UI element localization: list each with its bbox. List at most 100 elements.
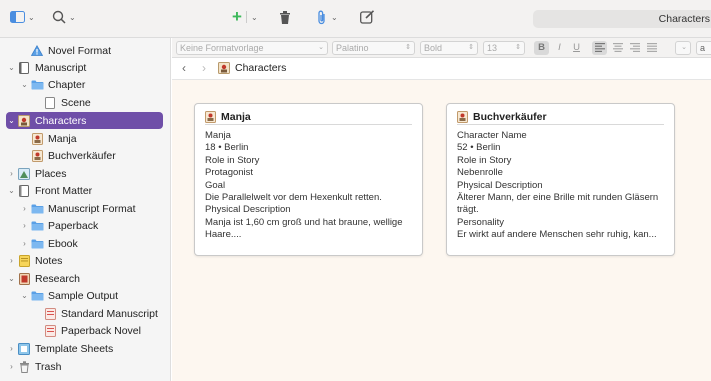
folder-icon [30,220,44,232]
window-title: Characters [533,10,711,28]
disclosure-expanded-icon[interactable]: ⌄ [19,291,30,300]
format-bar: Keine Formatvorlage ⌄ Palatino ⇕ Bold ⇕ 13 ⇕… [172,38,711,58]
sidebar-item-standard-manuscript[interactable]: Standard Manuscript [6,305,163,322]
disclosure-expanded-icon[interactable]: ⌄ [6,274,17,283]
disclosure-collapsed-icon[interactable]: › [19,239,30,248]
template-icon [17,342,31,355]
align-right-button[interactable] [627,41,642,55]
sidebar-item-paperback-novel[interactable]: Paperback Novel [6,322,163,339]
text-color-select[interactable]: a [696,41,711,55]
style-select-value: Keine Formatvorlage [180,43,264,53]
sidebar-item-label: Places [35,167,67,180]
italic-button[interactable]: I [552,41,567,55]
sidebar-item-label: Template Sheets [35,342,114,355]
toolbar: ⌄ ⌄ + ⌄ ⌄ Characters [0,0,711,38]
align-left-icon [594,43,605,52]
warning-icon [30,45,44,57]
breadcrumb[interactable]: Characters [218,62,286,74]
justify-icon [646,43,657,52]
sidebar-item-scene[interactable]: Scene [6,94,163,111]
disclosure-collapsed-icon[interactable]: › [6,169,17,178]
card-line: Role in Story [457,154,512,166]
sidebar-item-ebook[interactable]: › Ebook [6,235,163,252]
sidebar-item-chapter[interactable]: ⌄ Chapter [6,76,163,93]
forward-arrow-icon[interactable]: › [202,61,206,75]
character-sheet-icon [205,110,216,123]
search-button[interactable]: ⌄ [52,10,76,24]
back-arrow-icon[interactable]: ‹ [182,61,186,75]
attachment-button[interactable]: ⌄ [316,10,338,25]
underline-button[interactable]: U [569,41,584,55]
sidebar-item-front-matter[interactable]: ⌄ Front Matter [6,182,163,199]
delete-button[interactable] [279,11,291,25]
sidebar-item-label: Characters [35,114,87,127]
disclosure-collapsed-icon[interactable]: › [19,221,30,230]
card-line: Role in Story [205,154,260,166]
folder-icon [30,203,44,215]
front-matter-icon [17,184,31,197]
sidebar-item-characters[interactable]: ⌄ Characters [6,112,163,129]
sidebar-item-manuscript-format[interactable]: › Manuscript Format [6,200,163,217]
sidebar-item-novel-format[interactable]: Novel Format [6,42,163,59]
sidebar-item-label: Scene [61,96,91,109]
add-button[interactable]: + ⌄ [232,7,258,26]
sidebar-item-label: Ebook [48,237,78,250]
sidebar-item-label: Paperback [48,219,99,232]
card-line: Goal [205,179,226,191]
disclosure-expanded-icon[interactable]: ⌄ [6,63,17,72]
disclosure-collapsed-icon[interactable]: › [6,362,17,371]
sidebar-item-template-sheets[interactable]: › Template Sheets [6,340,163,357]
align-left-button[interactable] [592,41,607,55]
plus-icon: + [232,7,242,26]
card-title[interactable]: Manja [205,109,412,125]
disclosure-collapsed-icon[interactable]: › [19,204,30,213]
sidebar-item-trash[interactable]: › Trash [6,358,163,375]
disclosure-expanded-icon[interactable]: ⌄ [6,116,17,125]
sidebar-item-paperback[interactable]: › Paperback [6,217,163,234]
align-center-icon [612,43,623,52]
index-card[interactable]: Buchverkäufer Character Name 52 • Berlin Ro… [446,103,675,256]
card-line: 52 • Berlin [457,142,501,154]
weight-select[interactable]: Bold ⇕ [420,41,478,55]
align-center-button[interactable] [610,41,625,55]
sidebar-item-manuscript[interactable]: ⌄ Manuscript [6,59,163,76]
stepper-icon: ⇕ [405,44,411,51]
sidebar-item-notes[interactable]: › Notes [6,252,163,269]
card-synopsis[interactable]: Manja 18 • Berlin Role in Story Protagonist… [205,130,416,242]
sidebar-item-sample-output[interactable]: ⌄ Sample Output [6,287,163,304]
sidebar-item-buchverkäufer[interactable]: Buchverkäufer [6,147,163,164]
sidebar-item-manja[interactable]: Manja [6,130,163,147]
disclosure-expanded-icon[interactable]: ⌄ [19,80,30,89]
compose-button[interactable] [360,10,375,24]
size-select-value: 13 [487,43,498,53]
sidebar-item-label: Standard Manuscript [61,307,158,320]
document-icon [43,96,57,109]
paperclip-icon [318,10,325,25]
character-folder-icon [218,62,230,74]
sidebar-item-label: Notes [35,254,63,267]
line-spacing-select[interactable]: ⌄ [675,41,691,55]
sidebar-item-label: Sample Output [48,289,119,302]
index-card[interactable]: Manja Manja 18 • Berlin Role in Story Protag… [194,103,423,256]
card-title[interactable]: Buchverkäufer [457,109,664,125]
disclosure-collapsed-icon[interactable]: › [6,256,17,265]
character-sheet-icon [457,110,468,123]
card-line: Personality [457,216,504,228]
trash-icon [280,11,290,24]
research-icon [17,272,31,285]
size-select[interactable]: 13 ⇕ [483,41,525,55]
bold-button[interactable]: B [534,41,549,55]
card-title-text: Buchverkäufer [473,110,547,123]
card-line: Älterer Mann, der eine Brille mit runden… [457,192,659,216]
font-select[interactable]: Palatino ⇕ [332,41,415,55]
disclosure-expanded-icon[interactable]: ⌄ [6,186,17,195]
sidebar-item-research[interactable]: ⌄ Research [6,270,163,287]
sidebar-item-places[interactable]: › Places [6,165,163,182]
justify-button[interactable] [644,41,659,55]
card-line: Manja ist 1,60 cm groß und hat braune, w… [205,216,403,241]
card-synopsis[interactable]: Character Name 52 • Berlin Role in Story Ne… [457,130,668,242]
style-select[interactable]: Keine Formatvorlage ⌄ [176,41,328,55]
card-line: Er wirkt auf andere Menschen sehr ruhig,… [457,229,657,241]
disclosure-collapsed-icon[interactable]: › [6,344,17,353]
sidebar-toggle-button[interactable]: ⌄ [10,11,35,23]
